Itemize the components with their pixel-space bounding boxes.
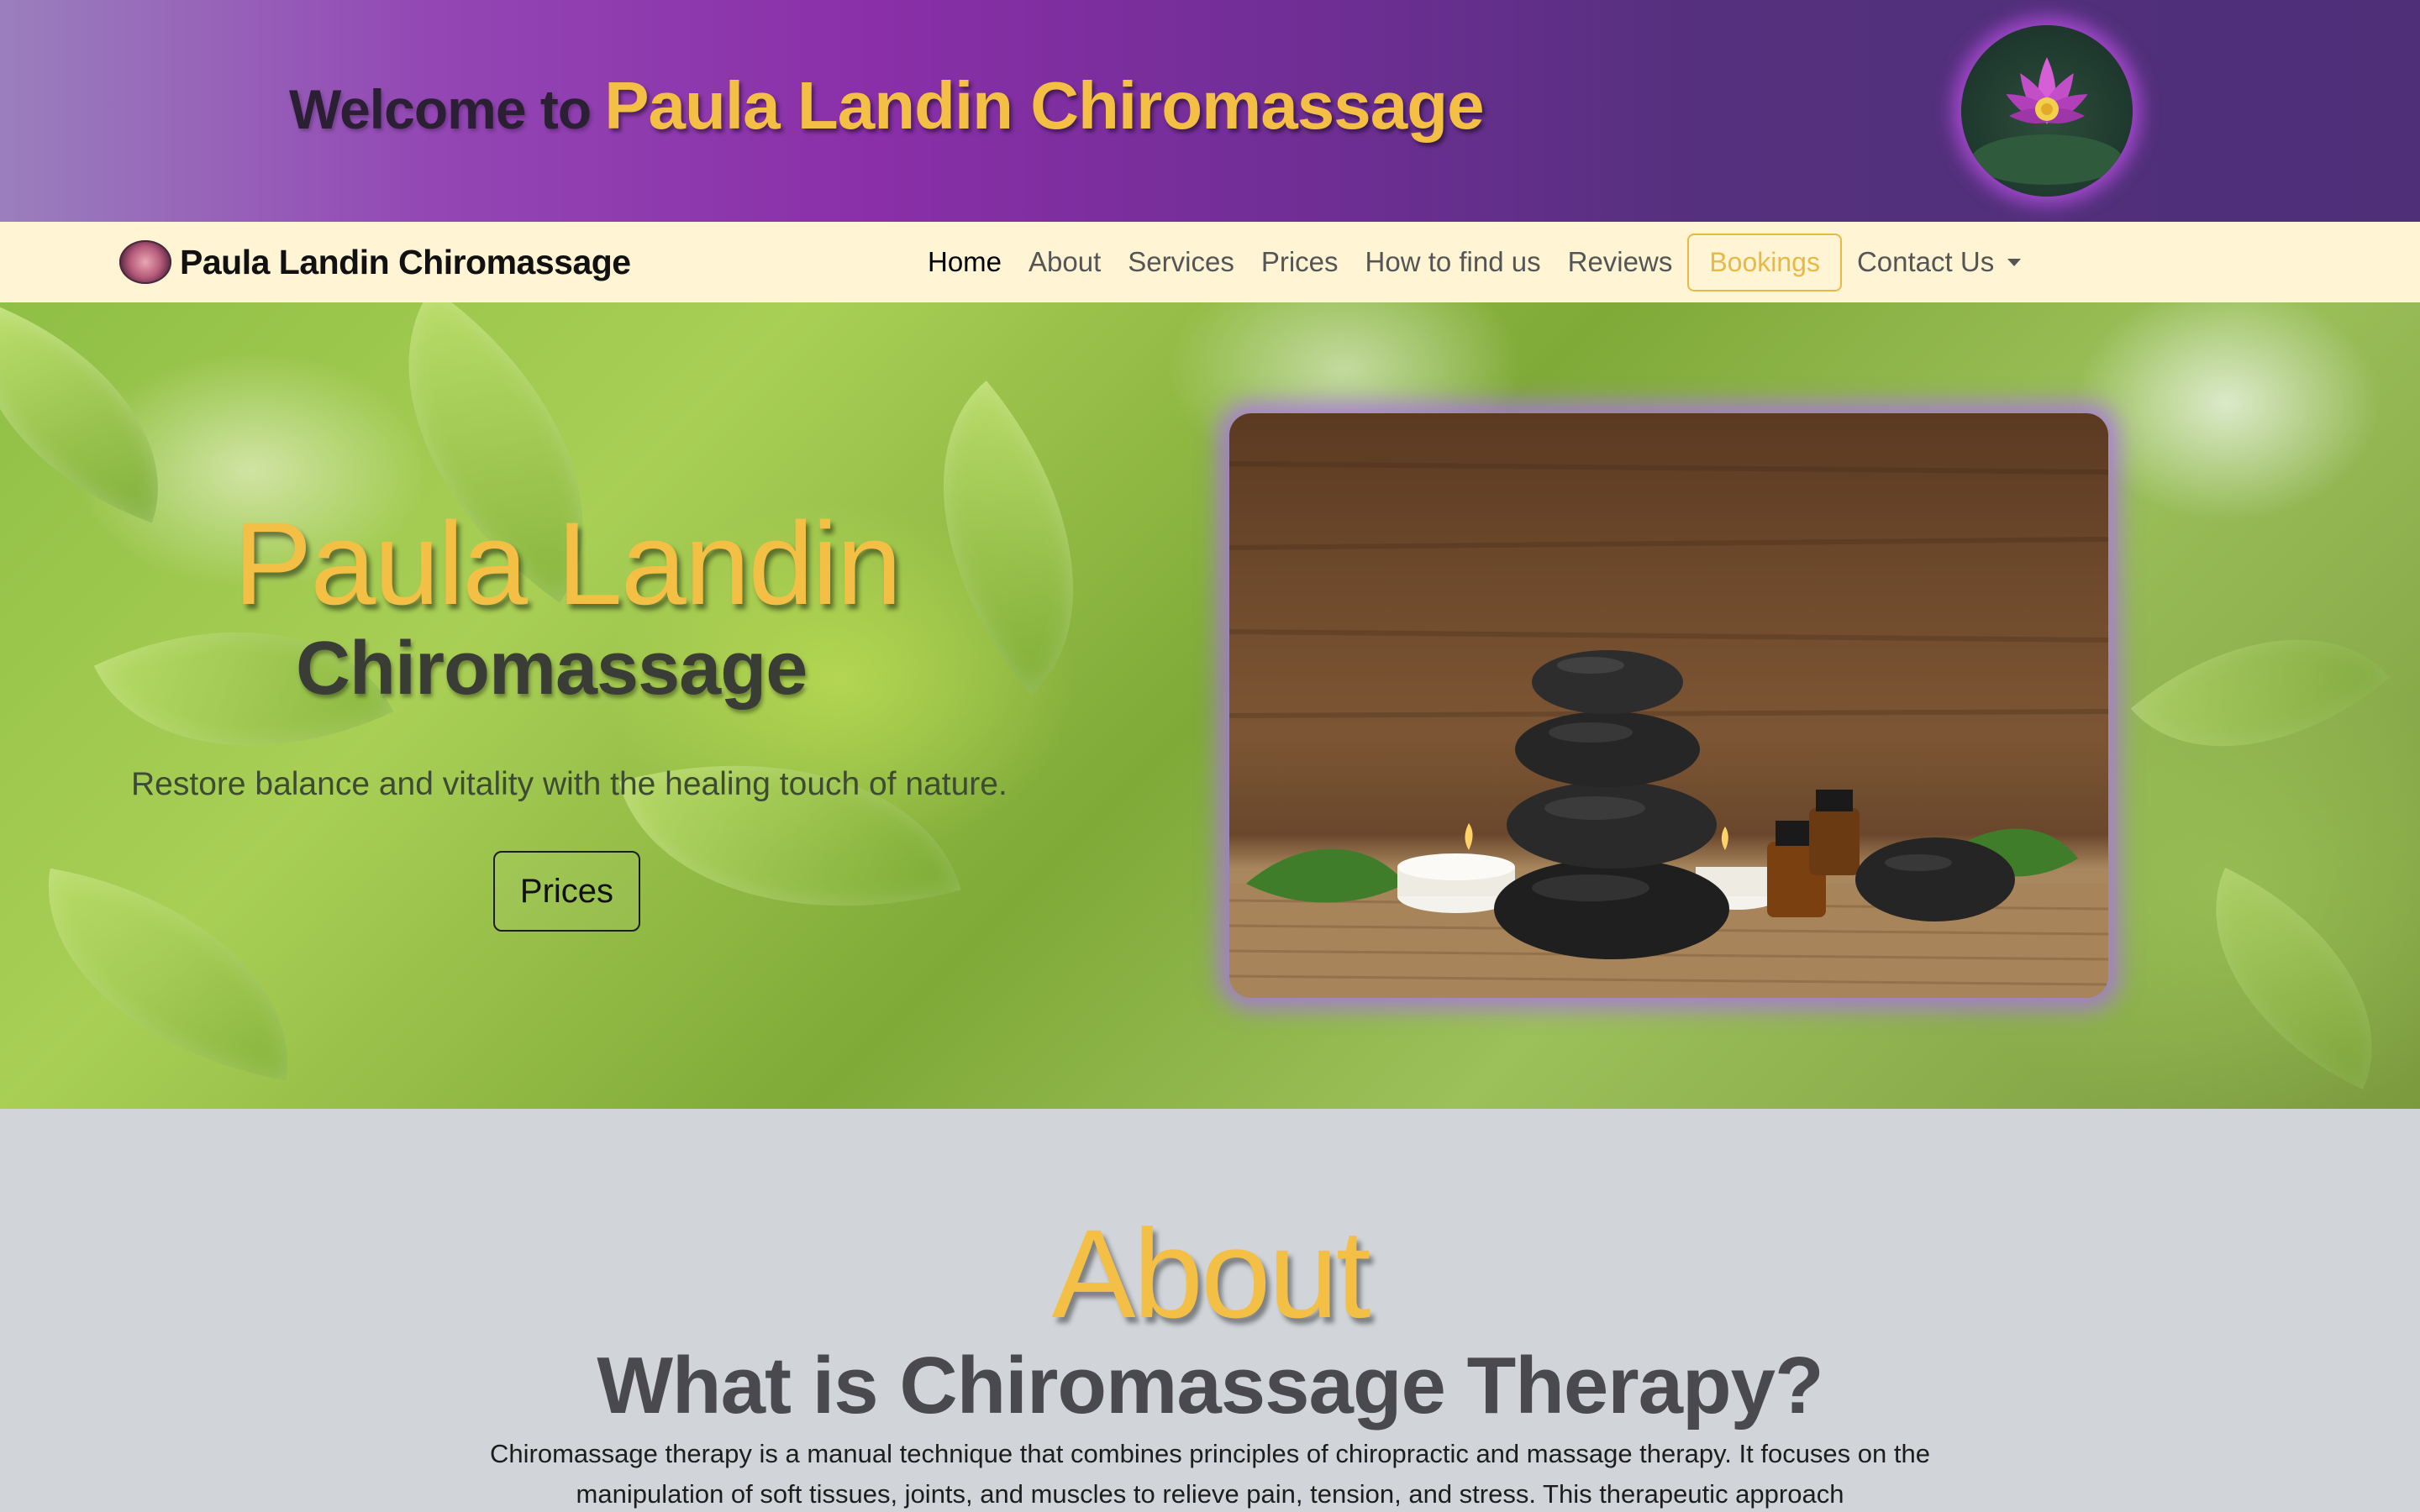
nav-link-reviews[interactable]: Reviews [1555,246,1686,278]
contact-us-dropdown[interactable]: Contact Us [1844,246,2034,278]
leaf-decoration [2165,868,2420,1089]
banner-brand-name: Paula Landin Chiromassage [604,68,1484,143]
rose-logo-icon [119,240,171,284]
leaf-decoration [21,868,315,1081]
nav-link-how-to-find-us[interactable]: How to find us [1352,246,1555,278]
prices-button[interactable]: Prices [493,851,640,932]
leaf-decoration [2130,568,2391,818]
hero-subtitle: Chiromassage [296,627,808,711]
nav-link-prices[interactable]: Prices [1248,246,1352,278]
leaf-decoration [857,381,1160,695]
banner-title: Welcome to Paula Landin Chiromassage [289,67,1485,151]
banner-welcome-text: Welcome to [289,78,592,140]
about-subheading: What is Chiromassage Therapy? [597,1341,1823,1431]
contact-us-label: Contact Us [1856,246,1995,277]
nav-links: Home About Services Prices How to find u… [914,222,2034,302]
about-paragraph: Chiromassage therapy is a manual techniq… [490,1439,1930,1509]
hot-stones-spa-image [1229,413,2108,998]
navbar-brand[interactable]: Paula Landin Chiromassage [119,222,631,302]
caret-down-icon [2007,258,2022,266]
about-heading: About [1051,1203,1371,1344]
bookings-button[interactable]: Bookings [1687,233,1842,291]
nav-link-about[interactable]: About [1015,246,1114,278]
lotus-flower-icon [1961,25,2133,197]
nav-link-home[interactable]: Home [914,246,1015,278]
top-banner: Welcome to Paula Landin Chiromassage [0,0,2420,222]
navbar-brand-text: Paula Landin Chiromassage [180,242,631,281]
nav-link-services[interactable]: Services [1114,246,1248,278]
leaf-decoration [0,302,204,523]
hero-tagline: Restore balance and vitality with the he… [131,766,1007,802]
leaf-decoration [618,703,961,969]
main-navbar: Paula Landin Chiromassage Home About Ser… [0,222,2420,302]
hero-section: Paula Landin Chiromassage Restore balanc… [0,302,2420,1109]
hero-title: Paula Landin [234,497,902,629]
